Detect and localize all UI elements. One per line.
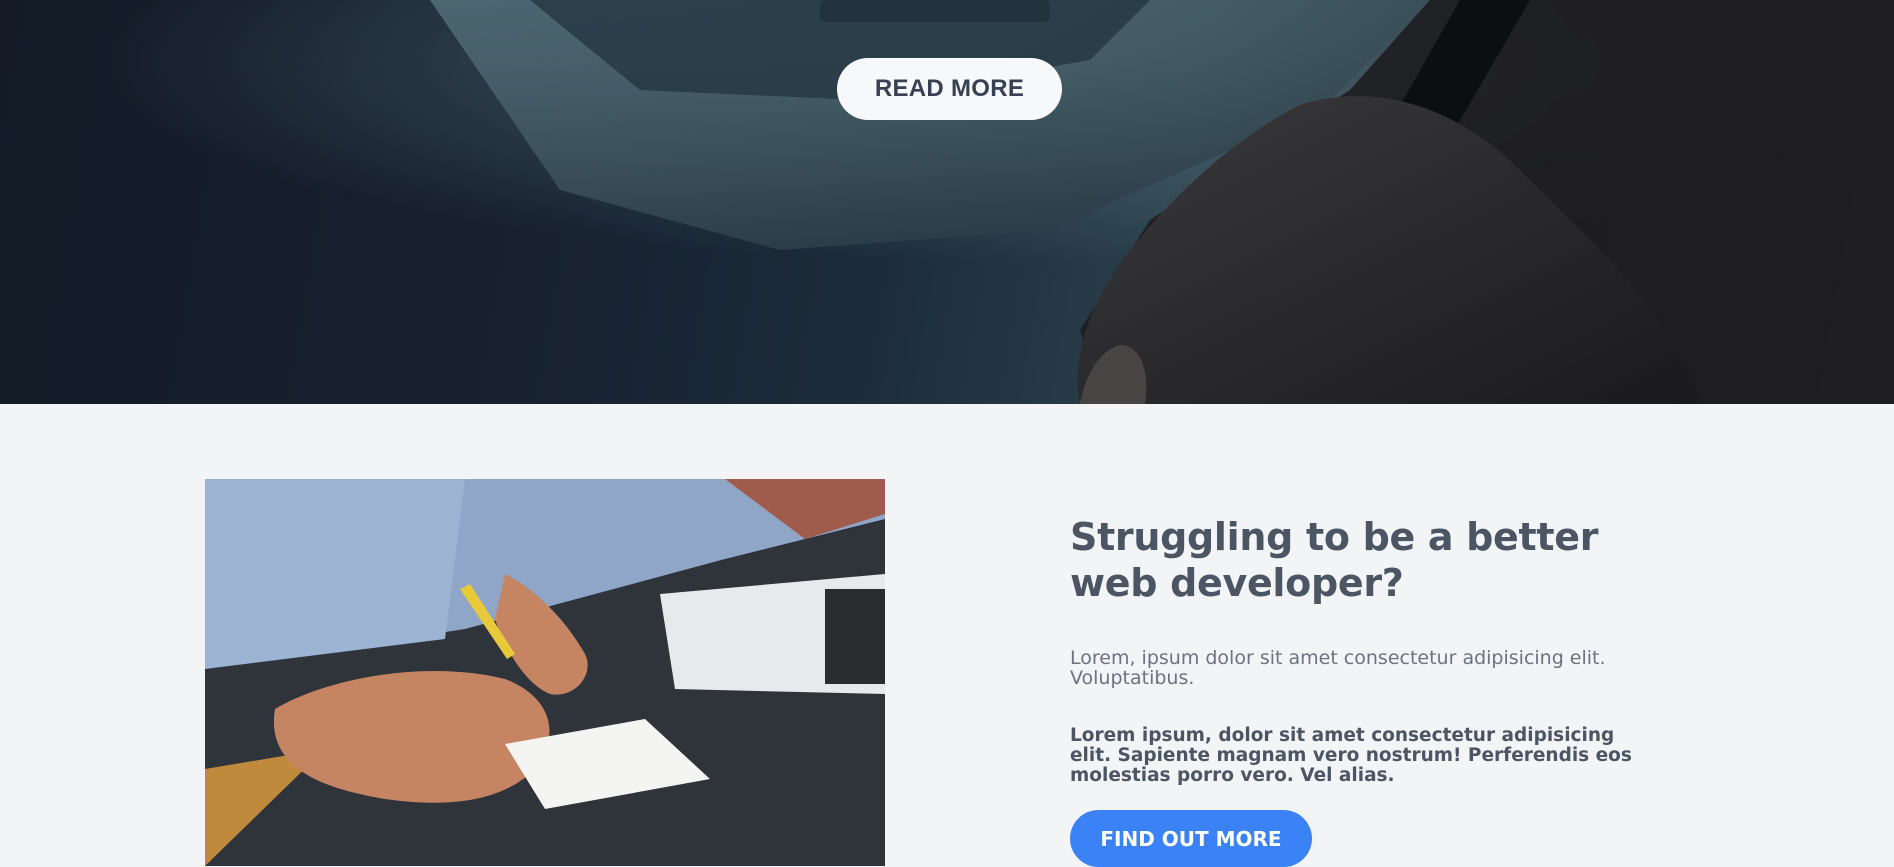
feature-lead-paragraph: Lorem, ipsum dolor sit amet consectetur … (1070, 647, 1606, 689)
hero-banner: READ MORE (0, 0, 1894, 404)
feature-text-column: Struggling to be a better web developer?… (1070, 514, 1650, 867)
feature-heading: Struggling to be a better web developer? (1070, 515, 1599, 605)
writing-photo (205, 479, 885, 866)
person-writing-image (205, 479, 885, 866)
find-out-more-button[interactable]: FIND OUT MORE (1070, 810, 1312, 867)
feature-bold-paragraph: Lorem ipsum, dolor sit amet consectetur … (1070, 725, 1632, 786)
feature-section: Struggling to be a better web developer?… (0, 404, 1894, 867)
read-more-button[interactable]: READ MORE (837, 58, 1062, 120)
